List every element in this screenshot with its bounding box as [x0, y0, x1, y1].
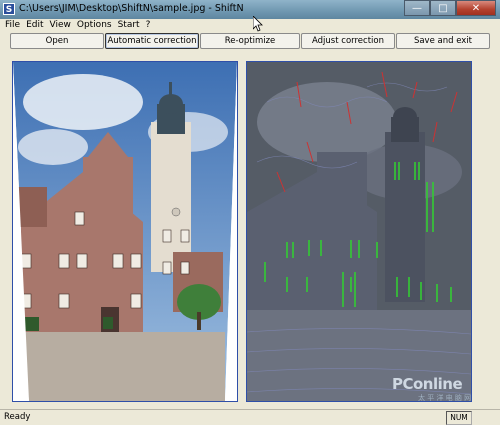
- mouse-cursor-icon: [253, 16, 263, 32]
- status-bar: Ready NUM: [0, 409, 500, 425]
- menu-view[interactable]: View: [47, 19, 74, 32]
- window-controls: — □ ✕: [404, 0, 496, 16]
- save-and-exit-button[interactable]: Save and exit: [396, 33, 490, 49]
- edge-detected-photo: [247, 62, 471, 401]
- minimize-button[interactable]: —: [404, 0, 430, 16]
- menu-help[interactable]: ?: [143, 19, 154, 32]
- maximize-button[interactable]: □: [430, 0, 456, 16]
- close-button[interactable]: ✕: [456, 0, 496, 16]
- edge-detection-panel[interactable]: [246, 61, 472, 402]
- automatic-correction-button[interactable]: Automatic correction: [105, 33, 199, 49]
- corrected-image-panel[interactable]: [12, 61, 238, 402]
- status-text: Ready: [4, 412, 31, 422]
- open-button[interactable]: Open: [10, 33, 104, 49]
- corrected-photo: [13, 62, 237, 401]
- menu-options[interactable]: Options: [74, 19, 115, 32]
- shiftn-app-icon[interactable]: S: [3, 3, 15, 15]
- adjust-correction-button[interactable]: Adjust correction: [301, 33, 395, 49]
- pconline-watermark: PConline: [392, 375, 463, 393]
- window-title: C:\Users\JIM\Desktop\ShiftN\sample.jpg -…: [19, 3, 244, 14]
- menu-bar: File Edit View Options Start ?: [0, 19, 500, 32]
- menu-start[interactable]: Start: [115, 19, 143, 32]
- shiftn-window: S C:\Users\JIM\Desktop\ShiftN\sample.jpg…: [0, 0, 500, 425]
- num-lock-indicator: NUM: [446, 411, 472, 425]
- menu-edit[interactable]: Edit: [23, 19, 46, 32]
- title-bar[interactable]: S C:\Users\JIM\Desktop\ShiftN\sample.jpg…: [0, 0, 500, 19]
- pconline-watermark-subtitle: 太 平 洋 电 脑 网: [418, 394, 472, 402]
- re-optimize-button[interactable]: Re-optimize: [200, 33, 300, 49]
- menu-file[interactable]: File: [0, 19, 23, 32]
- toolbar: Open Automatic correction Re-optimize Ad…: [0, 33, 500, 51]
